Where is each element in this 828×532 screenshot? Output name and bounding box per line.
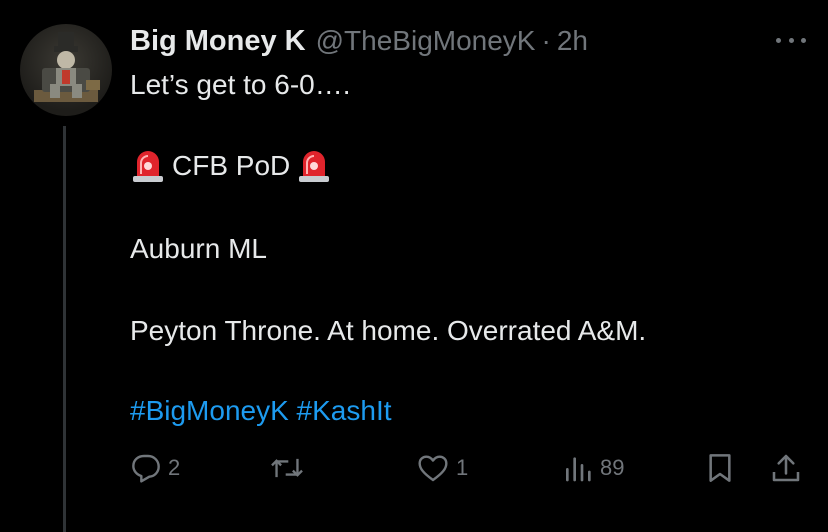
bookmark-button[interactable]	[704, 448, 736, 488]
police-car-light-icon	[296, 148, 332, 184]
police-car-light-icon	[130, 148, 166, 184]
tweet-text-line-4: Peyton Throne. At home. Overrated A&M.	[130, 315, 647, 346]
thread-line	[63, 126, 66, 532]
views-count: 89	[600, 455, 625, 480]
hashtags: #BigMoneyK #KashIt	[130, 395, 392, 427]
heart-icon	[418, 455, 448, 482]
like-count: 1	[456, 455, 469, 480]
retweet-icon	[271, 458, 303, 478]
timestamp[interactable]: 2h	[557, 25, 588, 57]
avatar[interactable]	[20, 24, 112, 116]
views-chart-icon	[566, 457, 591, 482]
tweet-text-line-2: CFB PoD	[130, 148, 332, 184]
user-handle[interactable]: @TheBigMoneyK	[316, 25, 536, 57]
share-icon	[772, 454, 800, 482]
more-dots-icon[interactable]	[776, 30, 806, 50]
tweet-text-line-1: Let’s get to 6-0….	[130, 69, 351, 100]
share-button[interactable]	[770, 448, 802, 488]
reply-count: 2	[168, 455, 181, 480]
avatar-image	[34, 32, 100, 102]
separator-dot: ·	[541, 25, 551, 56]
hashtag-link[interactable]: #BigMoneyK	[130, 395, 289, 426]
reply-icon	[132, 454, 160, 483]
display-name[interactable]: Big Money K	[130, 25, 306, 58]
tweet-text-line-3: Auburn ML	[130, 233, 267, 264]
retweet-button[interactable]	[270, 448, 304, 488]
reply-button[interactable]: 2	[130, 448, 180, 488]
tweet-actions: 2 1 89	[130, 448, 810, 488]
like-button[interactable]: 1	[416, 448, 468, 488]
tweet-header: Big Money K @TheBigMoneyK · 2h	[130, 24, 588, 58]
bookmark-icon	[709, 454, 731, 482]
cfb-pod-text: CFB PoD	[172, 150, 291, 181]
hashtag-link[interactable]: #KashIt	[297, 395, 392, 426]
views-button[interactable]: 89	[562, 448, 624, 488]
